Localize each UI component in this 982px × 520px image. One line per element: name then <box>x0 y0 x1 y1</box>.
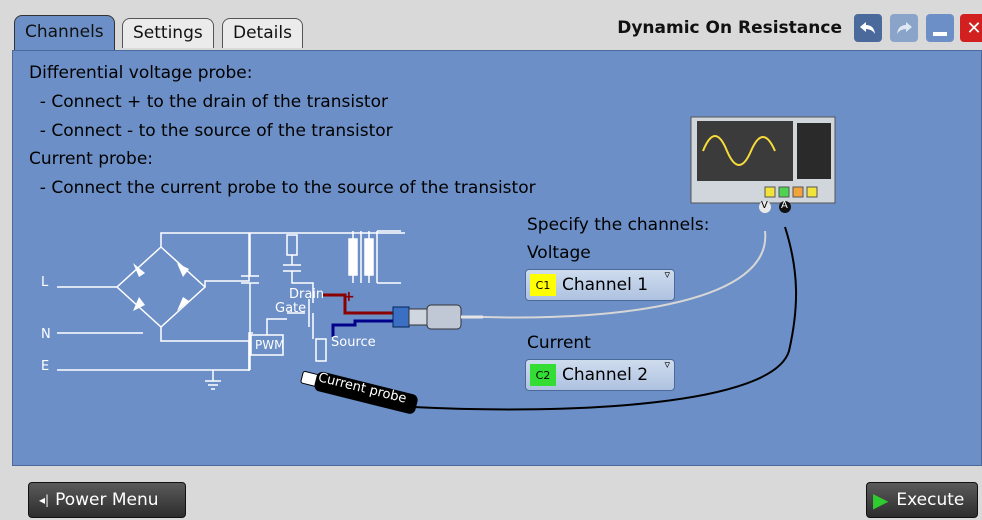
power-menu-button[interactable]: ◂| Power Menu <box>28 482 186 518</box>
drain-label: Drain <box>289 287 325 302</box>
current-label: Current <box>527 333 591 353</box>
plus-label: + <box>343 289 355 305</box>
channel-chip: C1 <box>530 274 556 296</box>
back-arrow-icon: ◂| <box>39 493 50 507</box>
minimize-icon[interactable] <box>926 14 954 42</box>
execute-label: Execute <box>896 490 965 510</box>
voltage-channel-value: Channel 1 <box>562 275 649 295</box>
dialog-title: Dynamic On Resistance <box>617 18 842 38</box>
scope-v-label: V <box>761 200 768 211</box>
voltage-label: Voltage <box>527 243 591 263</box>
execute-button[interactable]: ▶ Execute <box>866 482 978 518</box>
tab-settings[interactable]: Settings <box>122 18 214 48</box>
circuit-diagram <box>57 116 836 414</box>
channels-panel: Differential voltage probe: - Connect + … <box>12 50 982 466</box>
play-icon: ▶ <box>873 488 889 512</box>
close-icon[interactable]: ✕ <box>960 14 982 42</box>
dropdown-caret-icon: ▿ <box>664 358 670 371</box>
undo-icon[interactable] <box>854 14 882 42</box>
voltage-channel-select[interactable]: C1 Channel 1 ▿ <box>525 268 675 301</box>
source-label: Source <box>331 335 376 350</box>
pwm-label: PWM <box>255 338 285 352</box>
current-channel-select[interactable]: C2 Channel 2 ▿ <box>525 358 675 391</box>
minus-label: - <box>345 317 351 333</box>
power-menu-label: Power Menu <box>55 490 159 510</box>
current-channel-value: Channel 2 <box>562 365 649 385</box>
line-label-n: N <box>41 327 51 342</box>
tab-details[interactable]: Details <box>222 18 303 48</box>
line-label-e: E <box>41 359 50 374</box>
gate-label: Gate <box>275 301 307 316</box>
line-label-l: L <box>41 275 49 290</box>
channel-chip: C2 <box>530 364 556 386</box>
dropdown-caret-icon: ▿ <box>664 268 670 281</box>
tab-channels[interactable]: Channels <box>14 15 115 51</box>
specify-channels-heading: Specify the channels: <box>527 215 710 235</box>
redo-icon[interactable] <box>890 14 918 42</box>
scope-a-label: A <box>781 200 788 211</box>
